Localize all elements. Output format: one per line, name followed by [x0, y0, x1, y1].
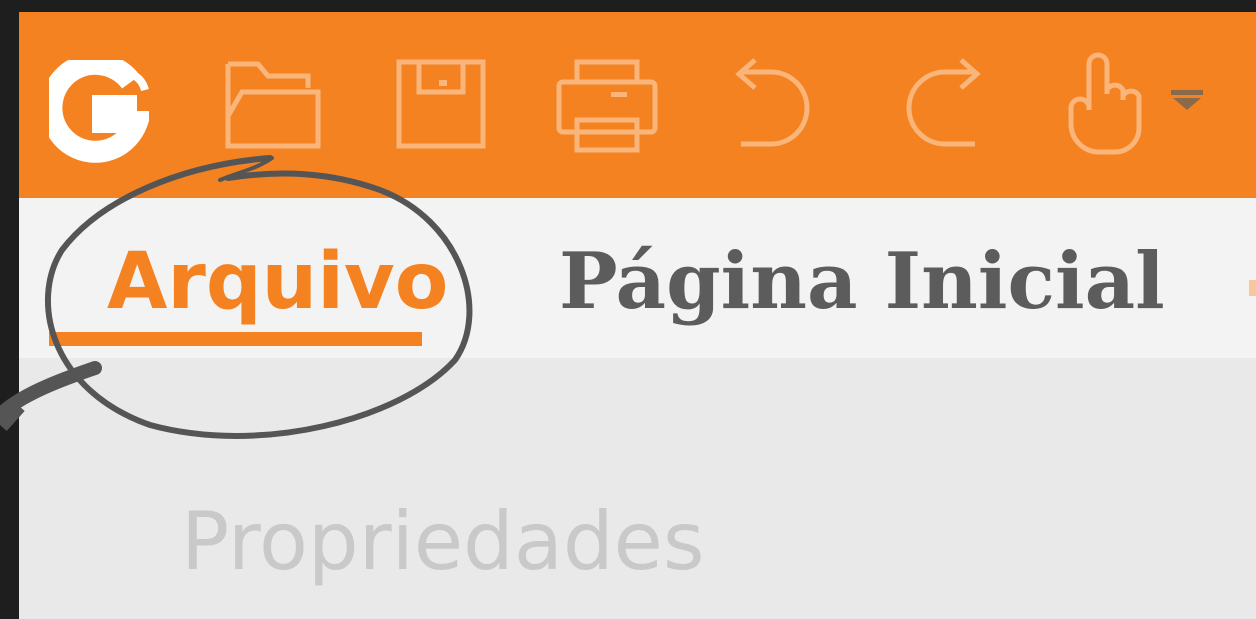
ribbon-tab-bar: Arquivo Página Inicial [19, 198, 1256, 358]
menu-item-properties[interactable]: Propriedades [181, 502, 705, 582]
tab-file[interactable]: Arquivo [107, 243, 448, 321]
next-tab-partial[interactable] [1249, 280, 1256, 296]
app-window: Arquivo Página Inicial Propriedades [19, 12, 1256, 619]
quick-access-toolbar [19, 12, 1256, 198]
active-tab-indicator [49, 332, 422, 346]
tab-home[interactable]: Página Inicial [559, 243, 1165, 321]
